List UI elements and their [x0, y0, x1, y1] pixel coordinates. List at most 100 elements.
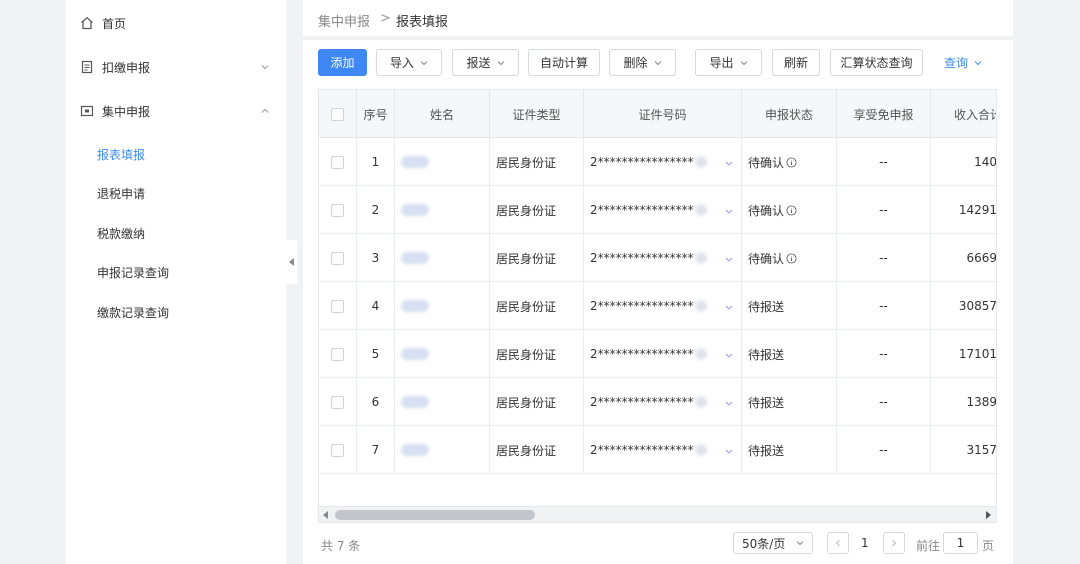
table-row[interactable]: 6 居民身份证 2**************** 待报送 -- 1389	[319, 378, 996, 426]
sidebar-subitem-report-fill[interactable]: 报表填报	[97, 146, 145, 163]
import-dropdown[interactable]: 导入	[376, 49, 442, 76]
breadcrumb-parent[interactable]: 集中申报	[318, 11, 370, 30]
cell-no: 1	[357, 138, 395, 186]
chevron-right-icon	[892, 539, 897, 547]
cell-select[interactable]	[319, 330, 357, 378]
table-row[interactable]: 4 居民身份证 2**************** 待报送 -- 30857	[319, 282, 996, 330]
query-label: 查询	[943, 56, 968, 70]
caret-left-icon	[289, 258, 294, 266]
next-page-button[interactable]	[883, 532, 905, 554]
redacted-id-tail	[694, 348, 707, 360]
cell-exempt: --	[837, 186, 931, 234]
cell-select[interactable]	[319, 138, 357, 186]
breadcrumb: 集中申报 > 报表填报	[303, 0, 1013, 36]
chevron-down-icon[interactable]	[724, 398, 734, 408]
table-row[interactable]: 3 居民身份证 2**************** 待确认 -- 6669	[319, 234, 996, 282]
export-dropdown[interactable]: 导出	[695, 49, 762, 76]
refresh-label: 刷新	[783, 56, 808, 70]
info-icon[interactable]	[786, 156, 797, 168]
chevron-down-icon[interactable]	[724, 158, 734, 168]
export-label: 导出	[709, 56, 734, 70]
table-row[interactable]: 2 居民身份证 2**************** 待确认 -- 14291	[319, 186, 997, 234]
header-no: 序号	[357, 90, 395, 138]
status-text: 待报送	[748, 299, 785, 314]
redacted-id-tail	[694, 300, 707, 312]
page-size-select[interactable]: 50条/页	[733, 532, 813, 554]
redacted-id-tail	[694, 204, 707, 216]
scroll-left-icon[interactable]	[323, 511, 329, 519]
refresh-button[interactable]: 刷新	[772, 49, 820, 76]
row-checkbox[interactable]	[331, 155, 344, 169]
sidebar-item-centralized[interactable]: 集中申报	[66, 89, 286, 133]
scrollbar-thumb[interactable]	[335, 510, 535, 520]
cell-select[interactable]	[319, 234, 357, 282]
info-icon[interactable]	[786, 204, 797, 216]
current-page[interactable]: 1	[861, 536, 869, 550]
row-checkbox[interactable]	[331, 299, 344, 313]
row-checkbox[interactable]	[331, 347, 344, 361]
cell-id-no[interactable]: 2****************	[584, 234, 742, 282]
row-checkbox[interactable]	[331, 203, 344, 217]
chevron-down-icon[interactable]	[724, 206, 734, 216]
scroll-right-icon[interactable]	[985, 511, 991, 519]
query-toggle[interactable]: 查询	[939, 49, 987, 76]
sidebar-subitem-tax-payment[interactable]: 税款缴纳	[97, 225, 145, 242]
sidebar-subitem-payment-records[interactable]: 缴款记录查询	[97, 304, 169, 321]
goto-page-input[interactable]: 1	[943, 532, 978, 554]
sidebar-item-home[interactable]: 首页	[66, 1, 286, 45]
cell-exempt: --	[837, 378, 931, 426]
add-button[interactable]: 添加	[318, 49, 367, 76]
cell-name	[395, 330, 490, 378]
chevron-down-icon[interactable]	[724, 350, 734, 360]
submit-dropdown[interactable]: 报送	[452, 49, 519, 76]
cell-id-no[interactable]: 2****************	[584, 186, 742, 234]
chevron-down-icon[interactable]	[724, 302, 734, 312]
select-all-checkbox[interactable]	[331, 107, 344, 121]
cell-name	[395, 378, 490, 426]
sidebar-subitem-declaration-records[interactable]: 申报记录查询	[97, 264, 169, 281]
info-icon[interactable]	[786, 252, 797, 264]
cell-id-no[interactable]: 2****************	[584, 330, 742, 378]
chevron-down-icon	[740, 60, 747, 65]
cell-select[interactable]	[319, 426, 357, 474]
table-row[interactable]: 1 居民身份证 2**************** 待确认 -- 140	[319, 138, 997, 186]
cell-id-no[interactable]: 2****************	[584, 426, 742, 474]
chevron-left-icon	[835, 539, 840, 547]
cell-exempt: --	[837, 234, 931, 282]
cell-id-no[interactable]: 2****************	[584, 378, 742, 426]
cell-status: 待确认	[742, 234, 837, 282]
table-row[interactable]: 7 居民身份证 2**************** 待报送 -- 3157	[319, 426, 996, 474]
sidebar-subitem-refund[interactable]: 退税申请	[97, 185, 145, 202]
cell-id-no[interactable]: 2****************	[584, 282, 742, 330]
cell-status: 待报送	[742, 378, 837, 426]
redacted-name	[401, 156, 429, 168]
row-checkbox[interactable]	[331, 251, 344, 265]
cell-income: 14291	[958, 203, 997, 217]
cell-id-type: 居民身份证	[490, 426, 584, 474]
cell-no: 3	[357, 234, 395, 282]
row-checkbox[interactable]	[331, 443, 344, 457]
breadcrumb-separator: >	[380, 11, 391, 26]
horizontal-scrollbar[interactable]	[319, 506, 996, 522]
cell-id-no[interactable]: 2****************	[584, 138, 742, 186]
cell-status: 待确认	[742, 186, 837, 234]
sidebar-collapse-button[interactable]	[286, 240, 298, 284]
table-row[interactable]: 5 居民身份证 2**************** 待报送 -- 17101	[319, 330, 996, 378]
prev-page-button[interactable]	[827, 532, 849, 554]
row-checkbox[interactable]	[331, 395, 344, 409]
chevron-down-icon[interactable]	[724, 254, 734, 264]
delete-dropdown[interactable]: 删除	[609, 49, 676, 76]
summary-status-query-button[interactable]: 汇算状态查询	[830, 49, 923, 76]
auto-calc-button[interactable]: 自动计算	[528, 49, 600, 76]
id-no-text: 2****************	[590, 155, 694, 169]
delete-label: 删除	[623, 56, 648, 70]
sidebar-item-withholding[interactable]: 扣缴申报	[66, 45, 286, 89]
chevron-down-icon[interactable]	[724, 446, 734, 456]
cell-income: 140	[974, 155, 997, 169]
cell-select[interactable]	[319, 282, 357, 330]
chevron-down-icon	[420, 60, 428, 65]
cell-select[interactable]	[319, 186, 357, 234]
cell-select[interactable]	[319, 378, 357, 426]
header-select-all[interactable]	[319, 90, 357, 138]
cell-status: 待报送	[742, 330, 837, 378]
